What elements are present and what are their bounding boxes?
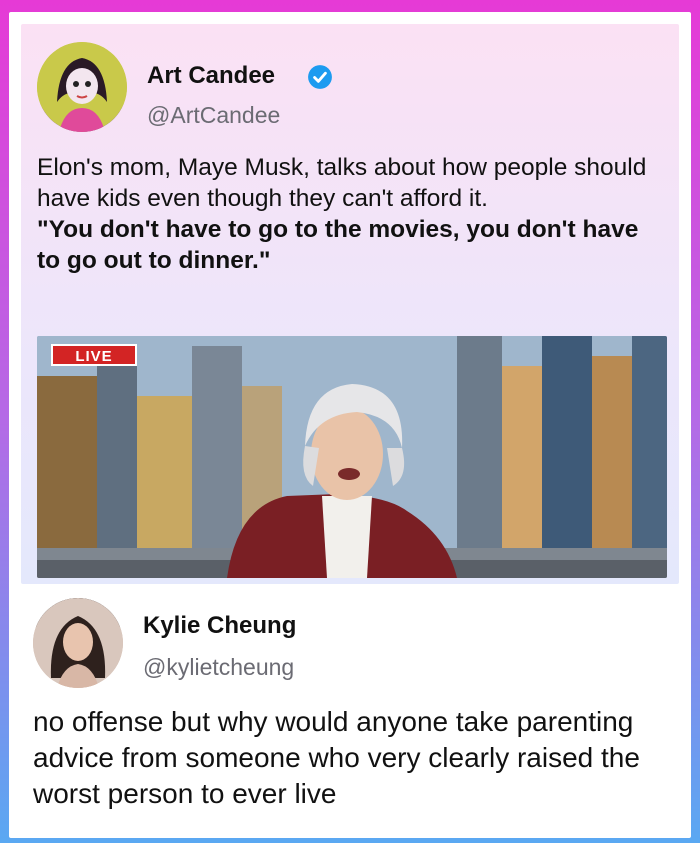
tweet-media[interactable]: LIVE <box>37 336 667 578</box>
avatar[interactable] <box>37 42 127 132</box>
screenshot-frame: Art Candee @ArtCandee Elon's mom, Maye M… <box>9 12 691 838</box>
author-handle[interactable]: @kylietcheung <box>143 654 294 681</box>
avatar-photo <box>33 598 123 688</box>
news-broadcast-image <box>37 336 667 578</box>
author-handle[interactable]: @ArtCandee <box>147 102 280 129</box>
tweet-text: no offense but why would anyone take par… <box>33 706 640 809</box>
avatar[interactable] <box>33 598 123 688</box>
tweet-text: Elon's mom, Maye Musk, talks about how p… <box>37 154 647 212</box>
tweet-body: Elon's mom, Maye Musk, talks about how p… <box>37 152 657 276</box>
tweet-quote: "You don't have to go to the movies, you… <box>37 216 639 274</box>
tweet-card[interactable]: Art Candee @ArtCandee Elon's mom, Maye M… <box>21 24 679 584</box>
author-name[interactable]: Kylie Cheung <box>143 612 296 640</box>
live-badge: LIVE <box>51 344 137 366</box>
author-name[interactable]: Art Candee <box>147 62 275 90</box>
verified-badge-icon <box>308 65 332 89</box>
avatar-illustration <box>37 42 127 132</box>
